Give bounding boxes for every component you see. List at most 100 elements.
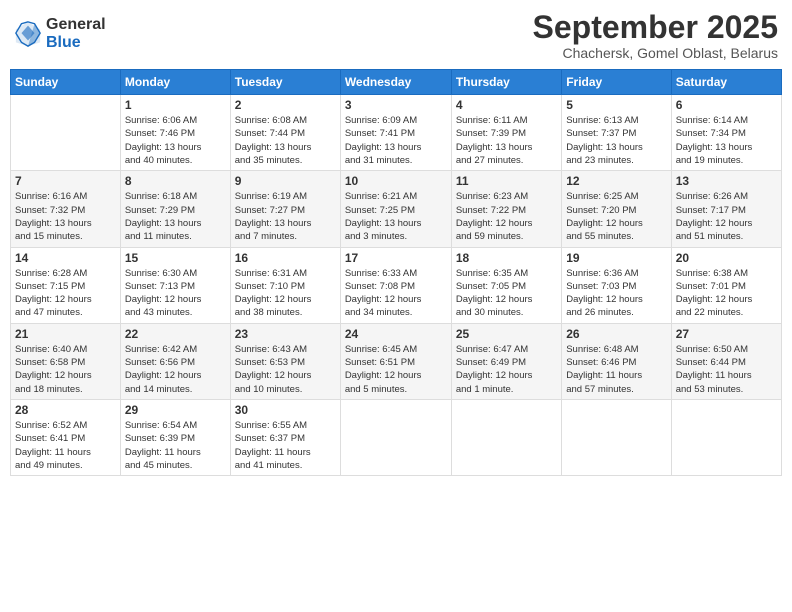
calendar-week-1: 1Sunrise: 6:06 AMSunset: 7:46 PMDaylight… (11, 95, 782, 171)
location: Chachersk, Gomel Oblast, Belarus (533, 45, 778, 61)
calendar-cell: 11 Sunrise: 6:23 AMSunset: 7:22 PMDayligh… (451, 171, 561, 247)
day-number: 13 (676, 174, 777, 188)
calendar-cell: 13 Sunrise: 6:26 AMSunset: 7:17 PMDayligh… (671, 171, 781, 247)
calendar-cell: 19 Sunrise: 6:36 AMSunset: 7:03 PMDayligh… (562, 247, 671, 323)
weekday-header-sunday: Sunday (11, 70, 121, 95)
day-info: Sunrise: 6:52 AMSunset: 6:41 PMDaylight:… (15, 419, 116, 472)
day-info: Sunrise: 6:23 AMSunset: 7:22 PMDaylight:… (456, 190, 557, 243)
calendar-cell: 21 Sunrise: 6:40 AMSunset: 6:58 PMDayligh… (11, 323, 121, 399)
day-number: 6 (676, 98, 777, 112)
calendar-cell: 15 Sunrise: 6:30 AMSunset: 7:13 PMDayligh… (120, 247, 230, 323)
day-number: 22 (125, 327, 226, 341)
calendar-cell: 4Sunrise: 6:11 AMSunset: 7:39 PMDaylight… (451, 95, 561, 171)
day-info: Sunrise: 6:28 AMSunset: 7:15 PMDaylight:… (15, 267, 116, 320)
day-info: Sunrise: 6:43 AMSunset: 6:53 PMDaylight:… (235, 343, 336, 396)
calendar-cell: 18 Sunrise: 6:35 AMSunset: 7:05 PMDayligh… (451, 247, 561, 323)
calendar-cell: 25Sunrise: 6:47 AMSunset: 6:49 PMDayligh… (451, 323, 561, 399)
day-info: Sunrise: 6:45 AMSunset: 6:51 PMDaylight:… (345, 343, 447, 396)
day-info: Sunrise: 6:36 AMSunset: 7:03 PMDaylight:… (566, 267, 666, 320)
day-number: 21 (15, 327, 116, 341)
day-info: Sunrise: 6:09 AMSunset: 7:41 PMDaylight:… (345, 114, 447, 167)
calendar-week-4: 21 Sunrise: 6:40 AMSunset: 6:58 PMDayligh… (11, 323, 782, 399)
calendar-cell: 17 Sunrise: 6:33 AMSunset: 7:08 PMDayligh… (340, 247, 451, 323)
day-info: Sunrise: 6:42 AMSunset: 6:56 PMDaylight:… (125, 343, 226, 396)
calendar-cell: 29Sunrise: 6:54 AMSunset: 6:39 PMDayligh… (120, 399, 230, 475)
day-info: Sunrise: 6:19 AMSunset: 7:27 PMDaylight:… (235, 190, 336, 243)
calendar-cell (562, 399, 671, 475)
calendar-cell: 16 Sunrise: 6:31 AMSunset: 7:10 PMDayligh… (230, 247, 340, 323)
day-number: 23 (235, 327, 336, 341)
day-info: Sunrise: 6:48 AMSunset: 6:46 PMDaylight:… (566, 343, 666, 396)
calendar-cell: 23 Sunrise: 6:43 AMSunset: 6:53 PMDayligh… (230, 323, 340, 399)
calendar-cell: 6 Sunrise: 6:14 AMSunset: 7:34 PMDaylight… (671, 95, 781, 171)
calendar-week-5: 28Sunrise: 6:52 AMSunset: 6:41 PMDayligh… (11, 399, 782, 475)
month-title: September 2025 (533, 10, 778, 45)
day-info: Sunrise: 6:30 AMSunset: 7:13 PMDaylight:… (125, 267, 226, 320)
calendar-cell: 12Sunrise: 6:25 AMSunset: 7:20 PMDayligh… (562, 171, 671, 247)
day-number: 12 (566, 174, 666, 188)
calendar-cell (451, 399, 561, 475)
calendar-cell: 14 Sunrise: 6:28 AMSunset: 7:15 PMDayligh… (11, 247, 121, 323)
calendar-cell: 9 Sunrise: 6:19 AMSunset: 7:27 PMDaylight… (230, 171, 340, 247)
weekday-header-friday: Friday (562, 70, 671, 95)
day-info: Sunrise: 6:06 AMSunset: 7:46 PMDaylight:… (125, 114, 226, 167)
logo-icon (14, 20, 42, 48)
day-info: Sunrise: 6:40 AMSunset: 6:58 PMDaylight:… (15, 343, 116, 396)
calendar-cell: 28Sunrise: 6:52 AMSunset: 6:41 PMDayligh… (11, 399, 121, 475)
day-info: Sunrise: 6:08 AMSunset: 7:44 PMDaylight:… (235, 114, 336, 167)
day-info: Sunrise: 6:33 AMSunset: 7:08 PMDaylight:… (345, 267, 447, 320)
calendar-table: SundayMondayTuesdayWednesdayThursdayFrid… (10, 69, 782, 476)
calendar-cell: 8 Sunrise: 6:18 AMSunset: 7:29 PMDaylight… (120, 171, 230, 247)
day-info: Sunrise: 6:16 AMSunset: 7:32 PMDaylight:… (15, 190, 116, 243)
weekday-header-row: SundayMondayTuesdayWednesdayThursdayFrid… (11, 70, 782, 95)
calendar-cell (11, 95, 121, 171)
day-number: 17 (345, 251, 447, 265)
weekday-header-tuesday: Tuesday (230, 70, 340, 95)
day-number: 26 (566, 327, 666, 341)
day-number: 30 (235, 403, 336, 417)
day-number: 20 (676, 251, 777, 265)
calendar-cell: 2 Sunrise: 6:08 AMSunset: 7:44 PMDaylight… (230, 95, 340, 171)
logo: General Blue (14, 16, 106, 51)
day-number: 25 (456, 327, 557, 341)
day-number: 5 (566, 98, 666, 112)
day-number: 14 (15, 251, 116, 265)
day-info: Sunrise: 6:26 AMSunset: 7:17 PMDaylight:… (676, 190, 777, 243)
calendar-cell: 20 Sunrise: 6:38 AMSunset: 7:01 PMDayligh… (671, 247, 781, 323)
weekday-header-saturday: Saturday (671, 70, 781, 95)
day-number: 19 (566, 251, 666, 265)
calendar-cell: 27 Sunrise: 6:50 AMSunset: 6:44 PMDayligh… (671, 323, 781, 399)
day-number: 7 (15, 174, 116, 188)
day-number: 2 (235, 98, 336, 112)
weekday-header-monday: Monday (120, 70, 230, 95)
day-info: Sunrise: 6:13 AMSunset: 7:37 PMDaylight:… (566, 114, 666, 167)
day-info: Sunrise: 6:50 AMSunset: 6:44 PMDaylight:… (676, 343, 777, 396)
day-info: Sunrise: 6:18 AMSunset: 7:29 PMDaylight:… (125, 190, 226, 243)
day-info: Sunrise: 6:54 AMSunset: 6:39 PMDaylight:… (125, 419, 226, 472)
calendar-cell: 22 Sunrise: 6:42 AMSunset: 6:56 PMDayligh… (120, 323, 230, 399)
page-header: General Blue September 2025 Chachersk, G… (10, 10, 782, 61)
day-info: Sunrise: 6:35 AMSunset: 7:05 PMDaylight:… (456, 267, 557, 320)
day-info: Sunrise: 6:55 AMSunset: 6:37 PMDaylight:… (235, 419, 336, 472)
day-number: 24 (345, 327, 447, 341)
day-info: Sunrise: 6:14 AMSunset: 7:34 PMDaylight:… (676, 114, 777, 167)
calendar-week-2: 7 Sunrise: 6:16 AMSunset: 7:32 PMDaylight… (11, 171, 782, 247)
day-info: Sunrise: 6:21 AMSunset: 7:25 PMDaylight:… (345, 190, 447, 243)
calendar-cell (340, 399, 451, 475)
day-number: 4 (456, 98, 557, 112)
calendar-cell: 24 Sunrise: 6:45 AMSunset: 6:51 PMDayligh… (340, 323, 451, 399)
logo-blue: Blue (46, 34, 106, 52)
calendar-cell: 1Sunrise: 6:06 AMSunset: 7:46 PMDaylight… (120, 95, 230, 171)
day-number: 8 (125, 174, 226, 188)
calendar-week-3: 14 Sunrise: 6:28 AMSunset: 7:15 PMDayligh… (11, 247, 782, 323)
day-number: 9 (235, 174, 336, 188)
day-info: Sunrise: 6:31 AMSunset: 7:10 PMDaylight:… (235, 267, 336, 320)
day-number: 15 (125, 251, 226, 265)
weekday-header-thursday: Thursday (451, 70, 561, 95)
day-info: Sunrise: 6:38 AMSunset: 7:01 PMDaylight:… (676, 267, 777, 320)
day-number: 16 (235, 251, 336, 265)
day-number: 27 (676, 327, 777, 341)
day-number: 10 (345, 174, 447, 188)
day-number: 18 (456, 251, 557, 265)
day-number: 11 (456, 174, 557, 188)
